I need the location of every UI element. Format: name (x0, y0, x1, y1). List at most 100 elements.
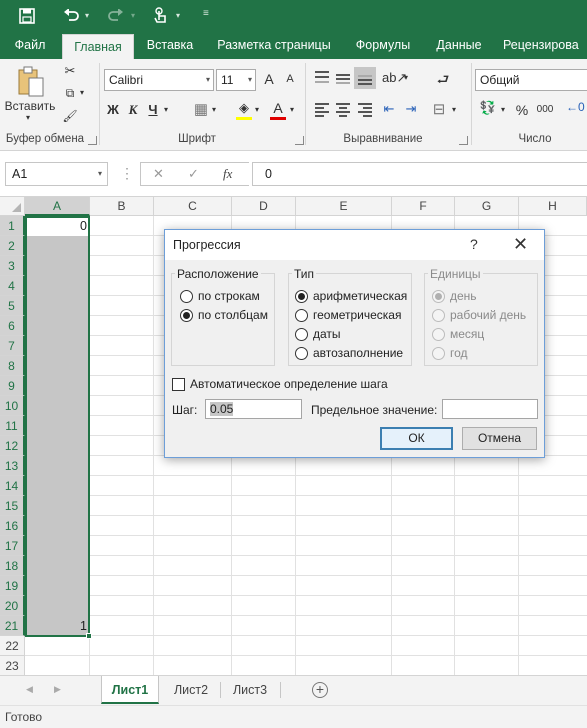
align-bottom-icon[interactable] (354, 67, 376, 89)
number-format-select[interactable]: Общий (475, 69, 587, 91)
radio-button[interactable] (295, 308, 308, 322)
orientation-dropdown-icon[interactable]: ▾ (404, 73, 408, 82)
row-header-7[interactable]: 7 (0, 336, 25, 356)
copy-icon[interactable]: ⧉ (62, 86, 78, 101)
underline-button[interactable]: Ч (146, 102, 160, 117)
add-sheet-icon[interactable]: + (312, 682, 328, 698)
radio-autofill[interactable]: автозаполнение (295, 345, 403, 361)
align-center-icon[interactable] (336, 103, 350, 117)
column-header-g[interactable]: G (455, 197, 519, 216)
step-input[interactable]: 0.05 (205, 399, 302, 419)
name-box[interactable]: A1 ▾ (5, 162, 108, 186)
copy-dropdown-icon[interactable]: ▾ (80, 88, 84, 97)
fill-color-icon[interactable]: ◈ (236, 100, 252, 116)
sheet-tab-2[interactable]: Лист2 (163, 676, 219, 704)
cell-a1-value[interactable]: 0 (28, 216, 87, 236)
font-grow-icon[interactable]: A (263, 71, 275, 87)
row-header-3[interactable]: 3 (0, 256, 25, 276)
redo-icon[interactable] (105, 0, 127, 32)
row-header-20[interactable]: 20 (0, 596, 25, 616)
radio-button[interactable] (180, 289, 193, 303)
borders-icon[interactable]: ▦ (193, 100, 209, 118)
column-header-a[interactable]: A (25, 197, 90, 216)
merge-center-icon[interactable]: ⊟ (431, 100, 447, 118)
underline-dropdown-icon[interactable]: ▾ (164, 105, 168, 114)
checkbox[interactable] (172, 377, 185, 391)
row-header-22[interactable]: 22 (0, 636, 25, 656)
align-middle-icon[interactable] (336, 71, 350, 85)
radio-button[interactable] (295, 346, 308, 360)
row-header-11[interactable]: 11 (0, 416, 25, 436)
format-painter-icon[interactable]: 🖌 (62, 109, 78, 123)
sheet-tab-1[interactable]: Лист1 (101, 676, 159, 704)
row-header-8[interactable]: 8 (0, 356, 25, 376)
row-header-6[interactable]: 6 (0, 316, 25, 336)
row-header-1[interactable]: 1 (0, 216, 25, 236)
auto-step-checkbox[interactable]: Автоматическое определение шага (172, 376, 388, 392)
cell-a21-value[interactable]: 1 (28, 616, 87, 636)
radio-by-rows[interactable]: по строкам (180, 288, 260, 304)
customize-qat-icon[interactable]: ≡ (203, 8, 209, 19)
align-left-icon[interactable] (315, 103, 329, 117)
tab-formulas[interactable]: Формулы (348, 32, 418, 59)
italic-button[interactable]: К (126, 102, 140, 118)
radio-button[interactable] (295, 289, 308, 303)
column-header-f[interactable]: F (392, 197, 455, 216)
column-header-c[interactable]: C (154, 197, 232, 216)
decrease-indent-icon[interactable]: ⇤ (380, 101, 398, 117)
row-header-18[interactable]: 18 (0, 556, 25, 576)
increase-indent-icon[interactable]: ⇥ (402, 101, 420, 117)
row-header-14[interactable]: 14 (0, 476, 25, 496)
tab-review[interactable]: Рецензирова (503, 32, 587, 59)
sheet-tab-3[interactable]: Лист3 (222, 676, 278, 704)
row-header-21[interactable]: 21 (0, 616, 25, 636)
row-header-13[interactable]: 13 (0, 456, 25, 476)
insert-function-icon[interactable]: fx (223, 163, 232, 185)
select-all-button[interactable] (0, 197, 25, 216)
radio-dates[interactable]: даты (295, 326, 341, 342)
radio-button[interactable] (180, 308, 193, 322)
percent-style-button[interactable]: % (514, 102, 530, 118)
column-header-e[interactable]: E (296, 197, 392, 216)
paste-dropdown-icon[interactable]: ▾ (26, 113, 30, 122)
redo-dropdown-icon[interactable]: ▾ (131, 11, 135, 20)
cancel-button[interactable]: Отмена (462, 427, 537, 450)
font-launcher-icon[interactable] (295, 136, 304, 145)
formula-bar-grip-icon[interactable]: ⋮ (120, 162, 134, 186)
font-size-select[interactable]: 11 ▾ (216, 69, 256, 91)
close-icon[interactable]: ✕ (513, 234, 528, 255)
row-header-2[interactable]: 2 (0, 236, 25, 256)
align-right-icon[interactable] (358, 103, 372, 117)
font-color-icon[interactable]: A (270, 100, 286, 116)
fill-color-dropdown-icon[interactable]: ▾ (255, 105, 259, 114)
row-header-12[interactable]: 12 (0, 436, 25, 456)
tab-file[interactable]: Файл (8, 32, 52, 59)
row-header-23[interactable]: 23 (0, 656, 25, 675)
undo-dropdown-icon[interactable]: ▾ (85, 11, 89, 20)
paste-button-label[interactable]: Вставить (4, 99, 56, 113)
row-header-9[interactable]: 9 (0, 376, 25, 396)
touch-mode-icon[interactable] (150, 0, 172, 32)
bold-button[interactable]: Ж (106, 102, 120, 117)
column-header-d[interactable]: D (232, 197, 296, 216)
row-header-16[interactable]: 16 (0, 516, 25, 536)
radio-button[interactable] (295, 327, 308, 341)
radio-arithmetic[interactable]: арифметическая (295, 288, 407, 304)
radio-geometric[interactable]: геометрическая (295, 307, 401, 323)
font-shrink-icon[interactable]: A (284, 73, 296, 85)
comma-style-button[interactable]: 000 (536, 104, 554, 115)
cancel-icon[interactable]: ✕ (153, 163, 164, 185)
tab-page-layout[interactable]: Разметка страницы (212, 32, 336, 59)
currency-format-icon[interactable]: 💱 (478, 100, 498, 116)
tab-insert[interactable]: Вставка (140, 32, 200, 59)
merge-dropdown-icon[interactable]: ▾ (452, 105, 456, 114)
formula-input[interactable]: 0 (252, 162, 587, 186)
row-header-15[interactable]: 15 (0, 496, 25, 516)
row-header-10[interactable]: 10 (0, 396, 25, 416)
ok-button[interactable]: ОК (380, 427, 453, 450)
currency-dropdown-icon[interactable]: ▾ (501, 105, 505, 114)
undo-icon[interactable] (60, 0, 82, 32)
help-icon[interactable]: ? (470, 236, 478, 252)
wrap-text-icon[interactable]: ⮐ (435, 69, 451, 93)
align-top-icon[interactable] (315, 71, 329, 85)
